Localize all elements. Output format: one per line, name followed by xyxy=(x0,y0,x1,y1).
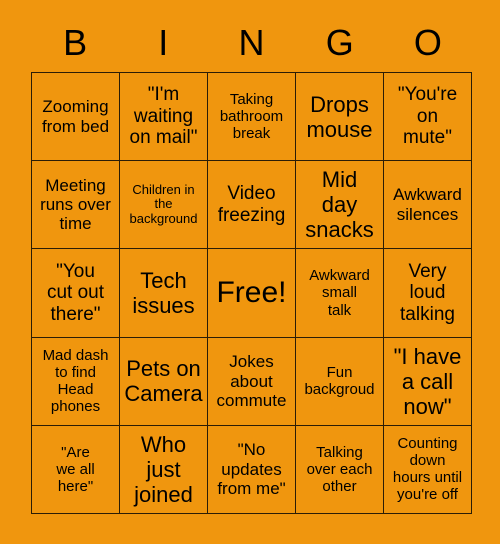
bingo-cell-r5c3[interactable]: "No updates from me" xyxy=(208,425,296,514)
bingo-cell-label: "No updates from me" xyxy=(217,440,286,499)
bingo-cell-label: Talking over each other xyxy=(306,443,373,495)
bingo-cell-label: Children in the background xyxy=(129,181,198,227)
bingo-cell-r4c4[interactable]: Fun backgroud xyxy=(296,337,384,426)
bingo-cell-label: Mad dash to find Head phones xyxy=(42,347,109,416)
bingo-cell-label: Pets on Camera xyxy=(124,356,203,407)
bingo-cell-r2c1[interactable]: Meeting runs over time xyxy=(32,161,120,250)
bingo-cell-label: "I'm waiting on mail" xyxy=(129,84,198,149)
bingo-cell-label: "You're on mute" xyxy=(397,84,458,149)
bingo-cell-r3c2[interactable]: Tech issues xyxy=(120,249,208,338)
bingo-cell-label: Zooming from bed xyxy=(41,97,110,136)
bingo-card: B I N G O Zooming from bed "I'm waiting o… xyxy=(0,0,500,544)
bingo-cell-label: Video freezing xyxy=(217,183,286,226)
bingo-cell-label: Mid day snacks xyxy=(305,167,374,243)
header-letter-g: G xyxy=(325,22,354,63)
bingo-cell-r5c2[interactable]: Who just joined xyxy=(120,425,208,514)
bingo-cell-r4c1[interactable]: Mad dash to find Head phones xyxy=(32,337,120,426)
bingo-cell-label: Very loud talking xyxy=(400,260,455,325)
bingo-cell-label: Tech issues xyxy=(132,267,195,318)
header-letter-n: N xyxy=(238,22,265,63)
bingo-cell-label: "Are we all here" xyxy=(56,443,95,495)
bingo-cell-label: Jokes about commute xyxy=(216,352,287,410)
bingo-cell-r3c1[interactable]: "You cut out there" xyxy=(32,249,120,338)
bingo-cell-r3c3[interactable]: Free! xyxy=(208,249,296,338)
bingo-cell-label: Free! xyxy=(216,275,287,309)
bingo-cell-r1c3[interactable]: Taking bathroom break xyxy=(208,73,296,162)
bingo-cell-r4c5[interactable]: "I have a call now" xyxy=(384,337,472,426)
bingo-cell-r3c4[interactable]: Awkward small talk xyxy=(296,249,384,338)
bingo-cell-r1c4[interactable]: Drops mouse xyxy=(296,73,384,162)
bingo-cell-r4c3[interactable]: Jokes about commute xyxy=(208,337,296,426)
bingo-cell-r4c2[interactable]: Pets on Camera xyxy=(120,337,208,426)
header-letter-i: I xyxy=(158,22,169,63)
bingo-cell-label: "You cut out there" xyxy=(46,260,105,325)
bingo-cell-label: Awkward silences xyxy=(393,185,462,224)
bingo-cell-r2c4[interactable]: Mid day snacks xyxy=(296,161,384,250)
bingo-cell-r1c5[interactable]: "You're on mute" xyxy=(384,73,472,162)
bingo-cell-r2c5[interactable]: Awkward silences xyxy=(384,161,472,250)
bingo-cell-r1c2[interactable]: "I'm waiting on mail" xyxy=(120,73,208,162)
bingo-cell-label: Who just joined xyxy=(134,431,193,507)
bingo-cell-label: Fun backgroud xyxy=(304,364,375,399)
header-letter-o: O xyxy=(413,22,442,63)
bingo-cell-r2c3[interactable]: Video freezing xyxy=(208,161,296,250)
bingo-cell-label: Drops mouse xyxy=(306,91,373,142)
bingo-cell-r2c2[interactable]: Children in the background xyxy=(120,161,208,250)
bingo-cell-label: "I have a call now" xyxy=(393,343,462,419)
bingo-cell-label: Awkward small talk xyxy=(309,267,370,319)
bingo-cell-label: Taking bathroom break xyxy=(219,90,284,143)
header-letter-b: B xyxy=(63,22,88,63)
bingo-cell-label: Meeting runs over time xyxy=(40,175,111,234)
bingo-cell-label: Counting down hours until you're off xyxy=(392,435,463,504)
bingo-cell-r5c4[interactable]: Talking over each other xyxy=(296,425,384,514)
bingo-cell-r5c5[interactable]: Counting down hours until you're off xyxy=(384,425,472,514)
bingo-cell-r3c5[interactable]: Very loud talking xyxy=(384,249,472,338)
bingo-cell-r1c1[interactable]: Zooming from bed xyxy=(32,73,120,162)
bingo-cell-r5c1[interactable]: "Are we all here" xyxy=(32,425,120,514)
bingo-grid: Zooming from bed "I'm waiting on mail" Tak… xyxy=(31,72,472,514)
bingo-header-row: B I N G O xyxy=(31,14,472,72)
